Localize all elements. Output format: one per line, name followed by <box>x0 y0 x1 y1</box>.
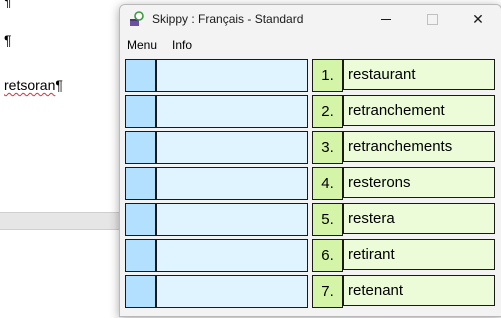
minimize-button[interactable] <box>363 5 409 34</box>
input-row[interactable] <box>125 167 308 200</box>
suggestion-number[interactable]: 7. <box>312 275 343 308</box>
input-index-cell[interactable] <box>125 203 156 236</box>
title-bar[interactable]: Skippy : Français - Standard ✕ <box>120 5 501 34</box>
skippy-window: Skippy : Français - Standard ✕ Menu Info… <box>119 4 501 317</box>
suggestion-word[interactable]: resterons <box>343 167 495 198</box>
input-index-cell[interactable] <box>125 131 156 164</box>
input-row[interactable] <box>125 203 308 236</box>
input-index-cell[interactable] <box>125 275 156 308</box>
suggestion-word[interactable]: restaurant <box>343 59 495 90</box>
suggestion-item[interactable]: 3. retranchements <box>312 131 495 164</box>
input-field[interactable] <box>156 239 308 272</box>
prediction-panel: 1. restaurant 2. retranchement 3. retranche… <box>120 57 501 316</box>
suggestion-number[interactable]: 4. <box>312 167 343 200</box>
input-index-cell[interactable] <box>125 59 156 92</box>
input-field[interactable] <box>156 59 308 92</box>
document-scrollbar[interactable] <box>0 212 124 230</box>
suggestion-number[interactable]: 5. <box>312 203 343 236</box>
suggestion-word[interactable]: retirant <box>343 239 495 270</box>
close-icon: ✕ <box>472 11 484 27</box>
misspelled-word-line[interactable]: retsoran¶ <box>4 77 63 93</box>
input-field[interactable] <box>156 203 308 236</box>
input-field[interactable] <box>156 167 308 200</box>
suggestion-word[interactable]: retranchements <box>343 131 495 162</box>
input-row[interactable] <box>125 275 308 308</box>
close-button[interactable]: ✕ <box>455 5 501 34</box>
suggestion-item[interactable]: 1. restaurant <box>312 59 495 92</box>
input-index-cell[interactable] <box>125 95 156 128</box>
suggestion-item[interactable]: 4. resterons <box>312 167 495 200</box>
paragraph-mark: ¶ <box>4 0 12 9</box>
skippy-app-icon <box>130 11 144 26</box>
input-row[interactable] <box>125 239 308 272</box>
input-row[interactable] <box>125 95 308 128</box>
suggestion-word[interactable]: restera <box>343 203 495 234</box>
input-field[interactable] <box>156 131 308 164</box>
minimize-icon <box>381 19 391 20</box>
suggestion-word[interactable]: retranchement <box>343 95 495 126</box>
maximize-icon <box>426 14 438 25</box>
suggestion-number[interactable]: 1. <box>312 59 343 92</box>
suggestion-number[interactable]: 2. <box>312 95 343 128</box>
suggestion-word[interactable]: retenant <box>343 275 495 306</box>
input-index-cell[interactable] <box>125 167 156 200</box>
menu-item-menu[interactable]: Menu <box>127 38 157 52</box>
misspelled-word[interactable]: retsoran <box>4 77 55 93</box>
suggestion-item[interactable]: 5. restera <box>312 203 495 236</box>
maximize-button[interactable] <box>409 5 455 34</box>
window-title: Skippy : Français - Standard <box>152 12 304 26</box>
menu-bar: Menu Info <box>120 35 501 55</box>
input-row[interactable] <box>125 59 308 92</box>
menu-item-info[interactable]: Info <box>172 38 192 52</box>
suggestion-number[interactable]: 6. <box>312 239 343 272</box>
input-index-cell[interactable] <box>125 239 156 272</box>
input-field[interactable] <box>156 95 308 128</box>
suggestion-item[interactable]: 2. retranchement <box>312 95 495 128</box>
input-row[interactable] <box>125 131 308 164</box>
paragraph-mark: ¶ <box>55 77 63 93</box>
suggestion-number[interactable]: 3. <box>312 131 343 164</box>
paragraph-mark: ¶ <box>4 32 12 48</box>
suggestion-item[interactable]: 7. retenant <box>312 275 495 308</box>
input-field[interactable] <box>156 275 308 308</box>
suggestion-item[interactable]: 6. retirant <box>312 239 495 272</box>
